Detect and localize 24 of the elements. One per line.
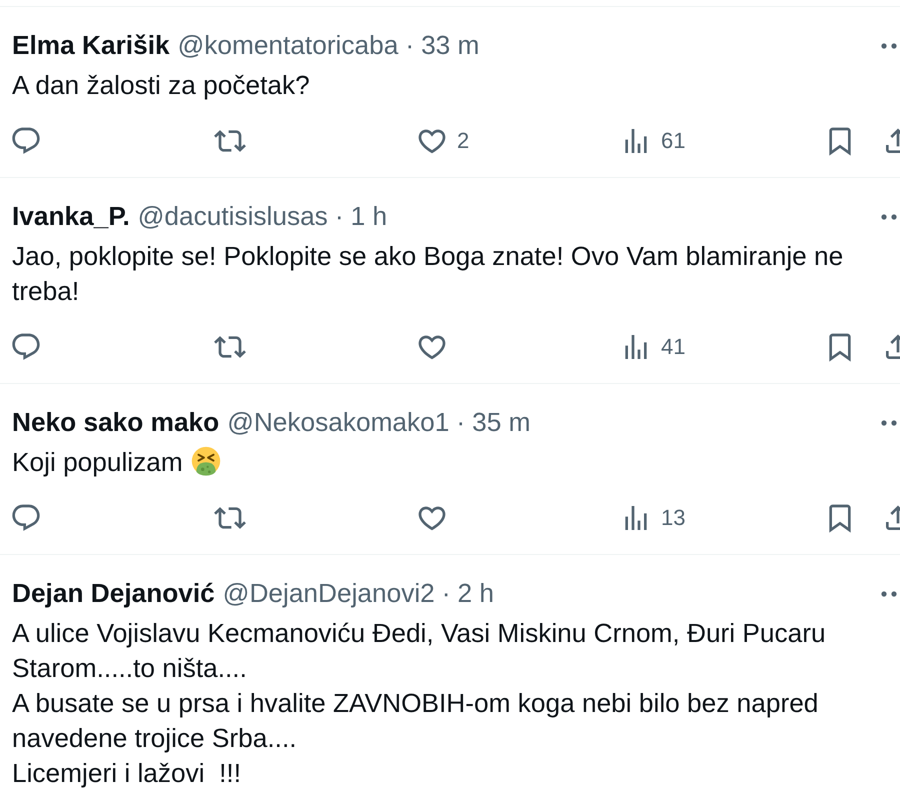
author-name[interactable]: Dejan Dejanović	[12, 576, 215, 611]
post-time[interactable]: 2 h	[458, 576, 494, 611]
views-button[interactable]: 13	[620, 502, 686, 534]
views-button[interactable]: 41	[620, 331, 686, 363]
author-handle[interactable]: @dacutisislusas	[138, 199, 328, 234]
middle-dot: ·	[456, 406, 466, 439]
author-handle[interactable]: @Nekosakomako1	[227, 405, 450, 440]
middle-dot: ·	[405, 29, 414, 62]
like-button[interactable]: 2	[416, 125, 470, 157]
post-time[interactable]: 35 m	[472, 405, 530, 440]
post-time[interactable]: 33 m	[421, 28, 480, 63]
author-name[interactable]: Ivanka_P.	[12, 199, 130, 234]
tweet-text: Koji populizam	[12, 447, 183, 477]
author-handle[interactable]: @DejanDejanovi2	[222, 576, 435, 611]
tweet-text: Jao, poklopite se! Poklopite se ako Boga znate! Ovo Vam blamiranje ne treba!	[12, 241, 844, 306]
middle-dot: ·	[442, 577, 451, 610]
tweet-text: A ulice Vojislavu Kecmanoviću Đedi, Vasi Miskinu Crnom, Đuri Pucaru Starom.....to ništa.... A busate se u prsa i hvalite ZAVNOBIH-om koga nebi bilo bez napred navedene trojice Srba.... Licemjeri i lažovi !!!	[12, 618, 827, 788]
middle-dot: ·	[334, 200, 344, 233]
tweet-text: A dan žalosti za početak?	[12, 70, 310, 100]
author-name[interactable]: Elma Karišik	[12, 28, 170, 63]
views-button[interactable]: 61	[620, 125, 686, 157]
author-name[interactable]: Neko sako mako	[12, 405, 220, 440]
post-time[interactable]: 1 h	[350, 199, 388, 234]
author-handle[interactable]: @komentatoricaba	[178, 28, 398, 63]
